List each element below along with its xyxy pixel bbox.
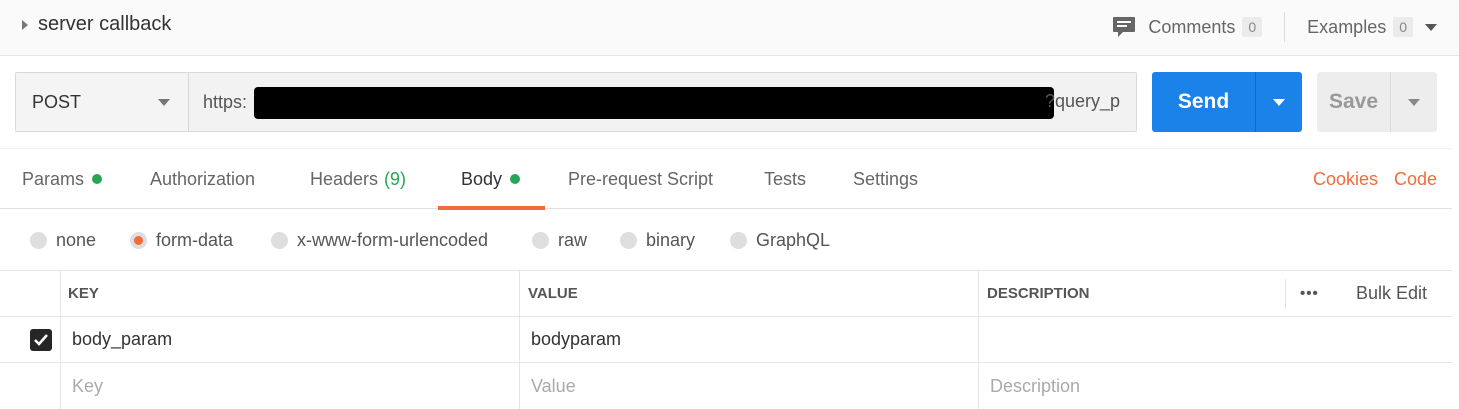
tab-pre-request-script[interactable]: Pre-request Script — [568, 149, 713, 209]
column-header-key: KEY — [68, 285, 99, 302]
save-button[interactable]: Save — [1317, 72, 1391, 132]
column-header-description: DESCRIPTION — [987, 285, 1090, 302]
radio-binary[interactable]: binary — [620, 230, 695, 251]
active-indicator-dot — [92, 174, 103, 184]
form-data-table: KEY VALUE DESCRIPTION ••• Bulk Edit body… — [0, 270, 1452, 409]
examples-label[interactable]: Examples — [1307, 17, 1386, 38]
active-indicator-dot — [510, 174, 521, 184]
radio-label: raw — [558, 230, 588, 250]
tab-body[interactable]: Body — [461, 149, 521, 209]
url-bar: POST https: ?query_p — [15, 72, 1137, 132]
tab-label: Pre-request Script — [568, 168, 714, 189]
description-input[interactable]: Description — [990, 363, 1080, 409]
send-button[interactable]: Send — [1152, 72, 1256, 132]
tab-label: Params — [22, 168, 85, 189]
radio-label: form-data — [156, 230, 234, 250]
value-input[interactable]: Value — [531, 363, 576, 409]
radio-circle[interactable] — [620, 232, 637, 249]
header-actions: Comments 0 Examples 0 — [1112, 12, 1437, 42]
url-input[interactable]: https: ?query_p — [189, 73, 1136, 131]
column-header-value: VALUE — [528, 285, 578, 302]
send-dropdown-button[interactable] — [1256, 72, 1302, 132]
radio-circle[interactable] — [130, 232, 147, 249]
checkmark-icon — [34, 333, 48, 346]
key-cell[interactable]: body_param — [72, 317, 172, 362]
row-checkbox[interactable] — [30, 317, 52, 362]
radio-label: x-www-form-urlencoded — [297, 230, 489, 250]
tab-label: Body — [461, 168, 503, 189]
tab-label: Tests — [764, 168, 807, 189]
table-header-row: KEY VALUE DESCRIPTION ••• Bulk Edit — [0, 271, 1452, 317]
radio-label: binary — [646, 230, 696, 250]
send-button-group: Send — [1152, 72, 1302, 132]
radio-none[interactable]: none — [30, 230, 96, 251]
divider — [1284, 12, 1286, 42]
comments-label[interactable]: Comments — [1148, 17, 1235, 38]
url-suffix: ?query_p — [1044, 91, 1120, 111]
table-row-new: Key Value Description — [0, 363, 1452, 409]
request-name[interactable]: server callback — [38, 13, 171, 36]
radio-label: GraphQL — [756, 230, 831, 250]
radio-circle[interactable] — [532, 232, 549, 249]
method-select[interactable]: POST — [16, 73, 189, 131]
request-tabs: Params Authorization Headers (9) Body Pr… — [0, 148, 1452, 210]
table-row: body_param bodyparam — [0, 317, 1452, 363]
save-button-group: Save — [1317, 72, 1437, 132]
url-prefix: https: — [203, 91, 248, 112]
tab-label: Authorization — [150, 168, 256, 189]
bulk-edit-link[interactable]: Bulk Edit — [1356, 271, 1427, 316]
tab-tests[interactable]: Tests — [764, 149, 806, 209]
code-link[interactable]: Code — [1394, 149, 1437, 209]
tab-headers[interactable]: Headers (9) — [310, 149, 406, 209]
chevron-down-icon — [158, 98, 170, 106]
radio-circle[interactable] — [730, 232, 747, 249]
request-name-toggle[interactable]: server callback — [22, 13, 171, 36]
chevron-down-icon — [1408, 98, 1420, 106]
tab-authorization[interactable]: Authorization — [150, 149, 255, 209]
method-label: POST — [32, 91, 82, 112]
save-dropdown-button[interactable] — [1391, 72, 1437, 132]
radio-label: none — [56, 230, 97, 250]
body-type-options: none form-data x-www-form-urlencoded raw… — [0, 210, 1452, 270]
redacted-url-block — [254, 87, 1054, 119]
tab-label: Settings — [853, 168, 919, 189]
value-cell[interactable]: bodyparam — [531, 317, 621, 362]
tab-settings[interactable]: Settings — [853, 149, 918, 209]
key-input[interactable]: Key — [72, 363, 103, 409]
caret-right-icon[interactable] — [22, 19, 28, 30]
more-options-icon[interactable]: ••• — [1300, 271, 1319, 316]
radio-circle[interactable] — [271, 232, 288, 249]
radio-x-www-form-urlencoded[interactable]: x-www-form-urlencoded — [271, 230, 488, 251]
comment-icon[interactable] — [1112, 16, 1136, 38]
radio-raw[interactable]: raw — [532, 230, 587, 251]
request-header: server callback Comments 0 Examples 0 — [0, 0, 1459, 56]
radio-graphql[interactable]: GraphQL — [730, 230, 830, 251]
tab-params[interactable]: Params — [22, 149, 103, 209]
checkbox-checked-icon[interactable] — [30, 328, 52, 351]
tab-label: Headers — [310, 168, 379, 189]
cookies-link[interactable]: Cookies — [1313, 149, 1378, 209]
radio-form-data[interactable]: form-data — [130, 230, 233, 251]
divider — [1285, 279, 1286, 309]
comments-count-badge: 0 — [1242, 17, 1263, 37]
examples-dropdown-icon[interactable] — [1425, 23, 1437, 31]
tab-count: (9) — [384, 168, 407, 189]
radio-circle[interactable] — [30, 232, 47, 249]
chevron-down-icon — [1273, 98, 1285, 106]
examples-count-badge: 0 — [1393, 17, 1413, 37]
